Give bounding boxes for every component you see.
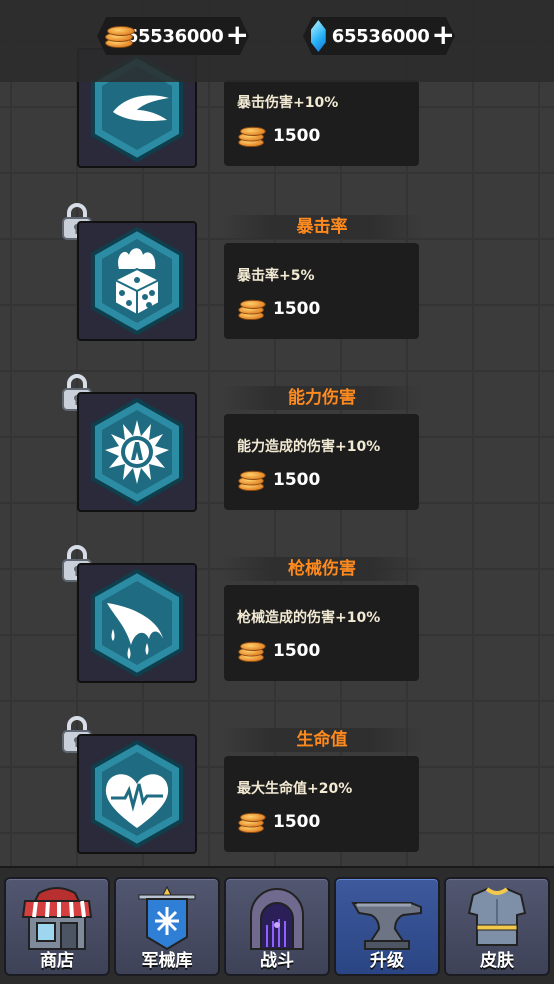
skill-info-card: 暴击率+5% 1500 — [224, 243, 419, 339]
skill-cost-value: 1500 — [273, 299, 321, 319]
coin-icon — [105, 22, 135, 50]
skill-cost: 1500 — [237, 466, 320, 494]
add-coins-button[interactable]: + — [226, 20, 249, 49]
skill-title: 能力伤害 — [222, 386, 422, 410]
coin-icon — [238, 638, 266, 664]
nav-shop-button[interactable]: 商店 — [4, 877, 110, 976]
coin-icon — [238, 123, 266, 149]
skill-list: 暴击伤害+10% 1500 暴击率 暴击率+5% 1500 能力伤害 能力造成的… — [0, 0, 554, 865]
skill-icon-frame[interactable] — [77, 221, 197, 341]
bottom-nav: 商店 军械库 战斗 升级 皮肤 — [0, 866, 554, 984]
skill-description: 暴击伤害+10% — [237, 95, 339, 111]
skill-cost: 1500 — [237, 295, 320, 323]
skill-title: 暴击率 — [222, 215, 422, 239]
nav-battle-button[interactable]: 战斗 — [224, 877, 330, 976]
skill-icon-frame[interactable] — [77, 392, 197, 512]
skill-cost-value: 1500 — [273, 126, 321, 146]
dungeon-gate-icon — [250, 888, 304, 950]
nav-skins-label: 皮肤 — [480, 951, 514, 971]
coin-amount: 65536000 — [125, 25, 224, 47]
skill-row-crit-rate[interactable]: 暴击率 暴击率+5% 1500 — [0, 171, 554, 342]
skill-title: 生命值 — [222, 728, 422, 752]
nav-upgrade-label: 升级 — [370, 951, 404, 971]
skill-description: 暴击率+5% — [237, 268, 315, 284]
gem-icon — [311, 20, 326, 52]
nav-upgrade-button[interactable]: 升级 — [334, 877, 440, 976]
dripping-claw-icon — [91, 568, 183, 678]
gem-amount: 65536000 — [331, 25, 430, 47]
skill-cost-value: 1500 — [273, 641, 321, 661]
armor-vest-icon — [467, 887, 527, 946]
skill-row-gun-damage[interactable]: 枪械伤害 枪械造成的伤害+10% 1500 — [0, 513, 554, 684]
skill-cost-value: 1500 — [273, 812, 321, 832]
skill-info-card: 暴击伤害+10% 1500 — [224, 80, 419, 166]
coin-icon — [238, 467, 266, 493]
add-gems-button[interactable]: + — [432, 20, 455, 49]
heart-pulse-icon — [91, 739, 183, 849]
skill-description: 最大生命值+20% — [237, 781, 353, 797]
shop-awning-icon — [21, 887, 93, 950]
skill-cost: 1500 — [237, 808, 320, 836]
coin-icon — [238, 809, 266, 835]
nav-shop-label: 商店 — [40, 951, 74, 971]
anvil-icon — [351, 902, 422, 950]
skill-title: 枪械伤害 — [222, 557, 422, 581]
flaming-dice-icon — [91, 226, 183, 336]
skill-cost: 1500 — [237, 122, 320, 150]
nav-skins-button[interactable]: 皮肤 — [444, 877, 550, 976]
burst-emblem-icon — [91, 397, 183, 507]
currency-bar: 65536000 + 65536000 + — [0, 0, 554, 82]
skill-info-card: 最大生命值+20% 1500 — [224, 756, 419, 852]
skill-info-card: 能力造成的伤害+10% 1500 — [224, 414, 419, 510]
skill-description: 能力造成的伤害+10% — [237, 439, 381, 455]
skill-cost-value: 1500 — [273, 470, 321, 490]
skill-description: 枪械造成的伤害+10% — [237, 610, 381, 626]
gem-balance: 65536000 + — [303, 17, 455, 55]
coin-icon — [238, 296, 266, 322]
nav-armory-button[interactable]: 军械库 — [114, 877, 220, 976]
skill-info-card: 枪械造成的伤害+10% 1500 — [224, 585, 419, 681]
skill-cost: 1500 — [237, 637, 320, 665]
skill-row-ability-damage[interactable]: 能力伤害 能力造成的伤害+10% 1500 — [0, 342, 554, 513]
skill-icon-frame[interactable] — [77, 734, 197, 854]
nav-armory-label: 军械库 — [141, 951, 193, 971]
nav-battle-label: 战斗 — [260, 951, 294, 971]
coin-balance: 65536000 + — [97, 17, 249, 55]
skill-row-health[interactable]: 生命值 最大生命值+20% 1500 — [0, 684, 554, 855]
skill-icon-frame[interactable] — [77, 563, 197, 683]
armory-banner-icon — [138, 885, 196, 951]
